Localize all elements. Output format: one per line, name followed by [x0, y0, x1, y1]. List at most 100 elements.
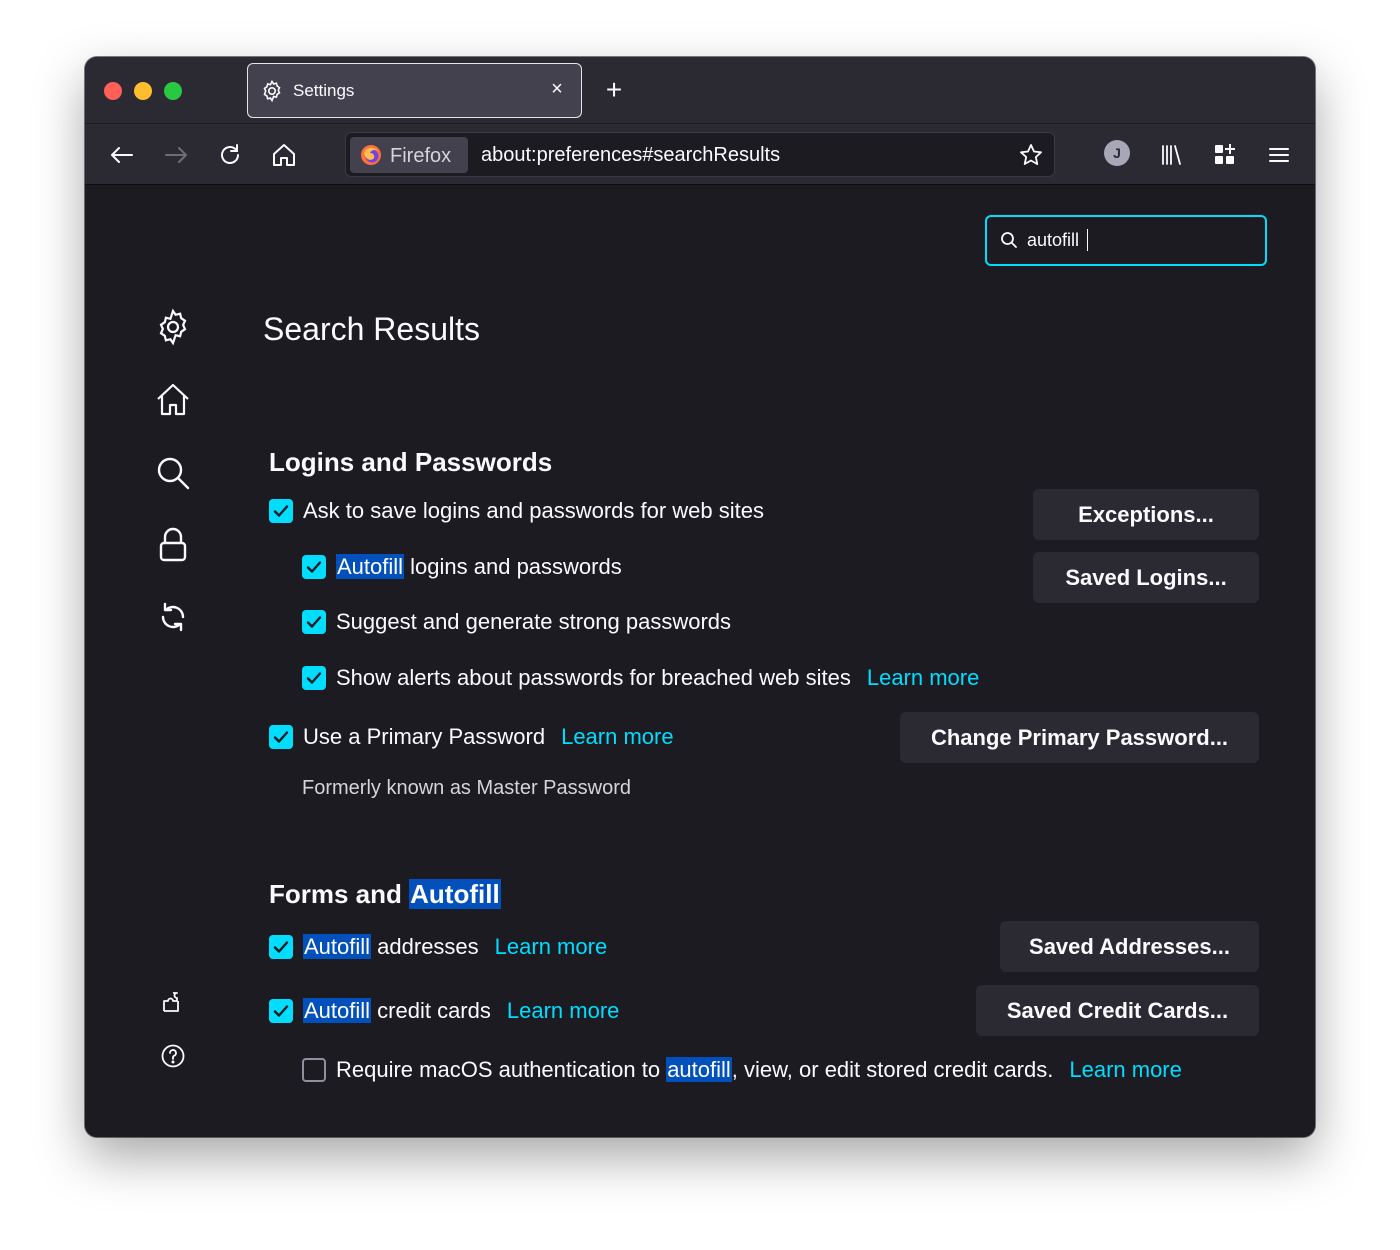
account-avatar[interactable]: J	[1104, 140, 1130, 166]
home-icon	[273, 144, 295, 166]
require-auth-label: Require macOS authentication to autofill…	[336, 1057, 1053, 1083]
library-button[interactable]	[1156, 140, 1186, 170]
sidebar-item-support[interactable]	[160, 1043, 186, 1069]
saved-credit-cards-button[interactable]: Saved Credit Cards...	[976, 985, 1259, 1036]
home-icon	[157, 383, 189, 416]
gear-icon	[159, 308, 187, 346]
forward-button[interactable]	[161, 140, 191, 170]
autofill-addresses-label-rest: addresses	[371, 934, 479, 959]
search-input[interactable]	[1027, 227, 1247, 253]
gear-icon	[260, 79, 284, 103]
reload-button[interactable]	[215, 140, 245, 170]
extensions-button[interactable]	[1210, 140, 1240, 170]
require-auth-label-pre: Require macOS authentication to	[336, 1057, 667, 1082]
search-highlight: Autofill	[303, 998, 372, 1023]
arrow-right-icon	[165, 147, 187, 163]
autofill-addresses-row: Autofill addresses Learn more	[269, 932, 607, 962]
reload-icon	[221, 144, 239, 164]
tab-settings[interactable]: Settings ×	[247, 63, 582, 118]
search-highlight: Autofill	[336, 554, 405, 579]
firefox-logo-icon	[360, 144, 382, 166]
search-highlight: Autofill	[409, 879, 501, 909]
sidebar-item-sync[interactable]	[153, 597, 193, 637]
saved-addresses-button[interactable]: Saved Addresses...	[1000, 921, 1259, 972]
text-cursor	[1087, 229, 1088, 251]
browser-window: Settings × + Firefox about:preferences#s…	[85, 57, 1315, 1137]
suggest-passwords-checkbox[interactable]	[302, 610, 326, 634]
autofill-logins-checkbox[interactable]	[302, 555, 326, 579]
saved-logins-button[interactable]: Saved Logins...	[1033, 552, 1259, 603]
zoom-window-button[interactable]	[164, 82, 182, 100]
section-title-forms: Forms and Autofill	[269, 879, 501, 910]
nav-bar: Firefox about:preferences#searchResults …	[85, 123, 1315, 185]
arrow-left-icon	[111, 147, 133, 163]
autofill-logins-label: Autofill logins and passwords	[336, 554, 622, 580]
require-auth-checkbox[interactable]	[302, 1058, 326, 1082]
exceptions-button[interactable]: Exceptions...	[1033, 489, 1259, 540]
sidebar-item-home[interactable]	[153, 380, 193, 420]
suggest-passwords-label: Suggest and generate strong passwords	[336, 609, 732, 634]
primary-password-row: Use a Primary Password Learn more	[269, 722, 674, 752]
autofill-addresses-checkbox[interactable]	[269, 935, 293, 959]
ask-save-label: Ask to save logins and passwords for web…	[303, 498, 765, 523]
addresses-learn-more-link[interactable]: Learn more	[495, 934, 608, 960]
search-icon	[157, 457, 190, 490]
new-tab-button[interactable]: +	[601, 76, 627, 104]
tab-strip: Settings × +	[85, 57, 1315, 123]
close-tab-icon[interactable]: ×	[545, 77, 569, 101]
breach-alerts-checkbox[interactable]	[302, 666, 326, 690]
breach-alerts-learn-more-link[interactable]: Learn more	[867, 665, 980, 691]
autofill-logins-row: Autofill logins and passwords	[302, 552, 622, 582]
primary-password-label: Use a Primary Password	[303, 724, 546, 749]
url-bar[interactable]: Firefox about:preferences#searchResults	[345, 132, 1055, 177]
page-title: Search Results	[263, 311, 480, 347]
breach-alerts-row: Show alerts about passwords for breached…	[302, 663, 979, 693]
autofill-cards-label-rest: credit cards	[371, 998, 491, 1023]
puzzle-piece-icon	[163, 992, 179, 1012]
preferences-content: Search Results Logins and Passwords Ask …	[85, 185, 1315, 1137]
autofill-addresses-label: Autofill addresses	[303, 934, 479, 960]
sidebar-item-extensions[interactable]	[160, 989, 186, 1015]
url-text[interactable]: about:preferences#searchResults	[481, 144, 780, 167]
identity-label: Firefox	[390, 145, 452, 167]
primary-password-learn-more-link[interactable]: Learn more	[561, 724, 674, 750]
identity-box[interactable]: Firefox	[350, 137, 468, 173]
require-auth-row: Require macOS authentication to autofill…	[302, 1055, 1182, 1085]
autofill-logins-label-rest: logins and passwords	[404, 554, 622, 579]
autofill-cards-checkbox[interactable]	[269, 999, 293, 1023]
close-window-button[interactable]	[104, 82, 122, 100]
formerly-known-note: Formerly known as Master Password	[302, 777, 631, 799]
cards-learn-more-link[interactable]: Learn more	[507, 998, 620, 1024]
back-button[interactable]	[107, 140, 137, 170]
breach-alerts-label: Show alerts about passwords for breached…	[336, 665, 851, 690]
extensions-grid-icon	[1215, 144, 1235, 164]
home-button[interactable]	[269, 140, 299, 170]
lock-icon	[159, 527, 187, 562]
menu-button[interactable]	[1264, 140, 1294, 170]
ask-save-logins-row: Ask to save logins and passwords for web…	[269, 496, 764, 526]
require-auth-learn-more-link[interactable]: Learn more	[1069, 1057, 1182, 1083]
search-highlight: Autofill	[303, 934, 372, 959]
suggest-passwords-row: Suggest and generate strong passwords	[302, 607, 731, 637]
hamburger-menu-icon	[1269, 148, 1289, 162]
section-title-logins: Logins and Passwords	[269, 447, 553, 477]
preferences-search-box[interactable]	[985, 215, 1267, 266]
sidebar-item-search[interactable]	[153, 453, 193, 493]
library-icon	[1162, 145, 1181, 165]
change-primary-password-button[interactable]: Change Primary Password...	[900, 712, 1259, 763]
primary-password-checkbox[interactable]	[269, 725, 293, 749]
minimize-window-button[interactable]	[134, 82, 152, 100]
search-highlight: autofill	[666, 1057, 732, 1082]
search-icon	[999, 230, 1019, 250]
sidebar-item-privacy[interactable]	[153, 525, 193, 565]
autofill-cards-label: Autofill credit cards	[303, 998, 491, 1024]
help-icon	[161, 1044, 185, 1068]
autofill-cards-row: Autofill credit cards Learn more	[269, 996, 619, 1026]
ask-save-checkbox[interactable]	[269, 499, 293, 523]
bookmark-star-icon[interactable]	[1018, 142, 1044, 168]
tab-title: Settings	[293, 81, 355, 100]
sync-icon	[161, 602, 185, 632]
require-auth-label-post: , view, or edit stored credit cards.	[731, 1057, 1054, 1082]
section-title-forms-text: Forms and	[269, 879, 410, 909]
sidebar-item-general[interactable]	[153, 307, 193, 347]
